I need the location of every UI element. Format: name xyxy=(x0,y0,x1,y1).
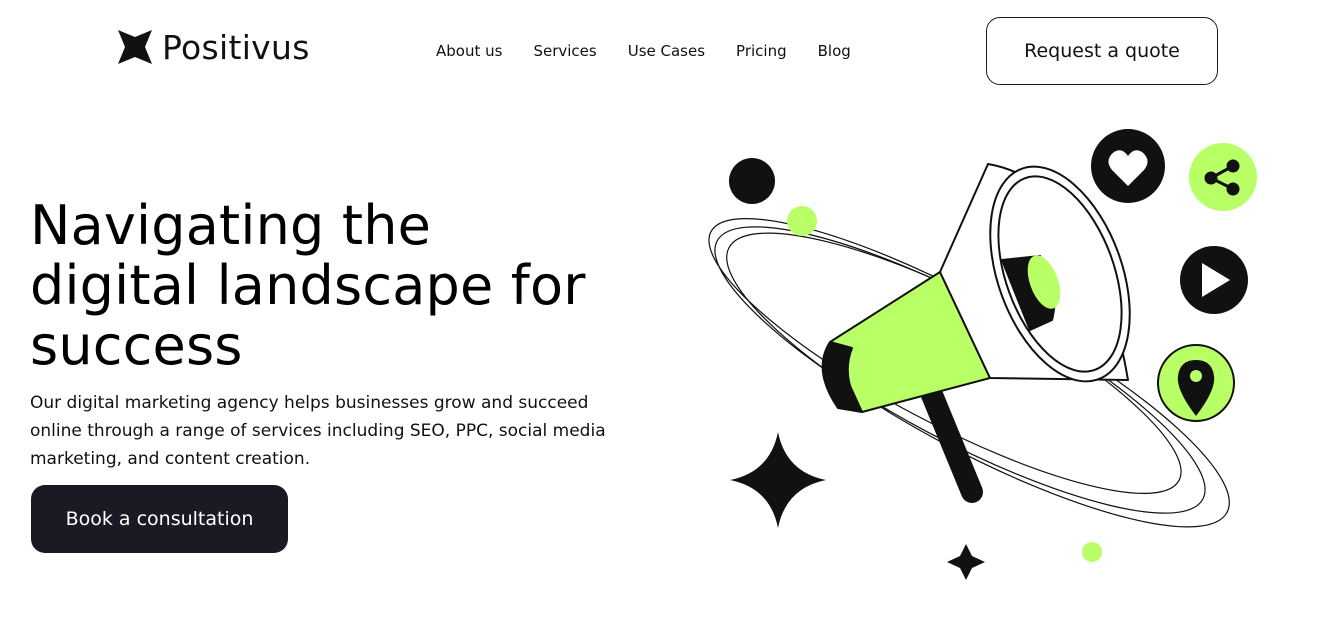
megaphone-icon xyxy=(821,163,1131,503)
green-dot-bottom xyxy=(1082,542,1102,562)
small-star-icon xyxy=(947,544,985,580)
black-dot xyxy=(729,158,775,204)
share-icon xyxy=(1189,143,1257,211)
book-consultation-button[interactable]: Book a consultation xyxy=(31,485,288,553)
logo-text: Positivus xyxy=(162,27,310,67)
nav-item-about-us[interactable]: About us xyxy=(436,42,502,60)
location-pin-icon xyxy=(1157,344,1235,422)
green-dot-small xyxy=(787,206,817,236)
nav-item-blog[interactable]: Blog xyxy=(818,42,851,60)
hero-illustration xyxy=(708,129,1257,580)
star-sparkle-icon xyxy=(730,432,826,528)
nav-item-pricing[interactable]: Pricing xyxy=(736,42,787,60)
heart-icon xyxy=(1091,129,1165,203)
logo[interactable]: Positivus xyxy=(118,30,310,64)
logo-star-icon xyxy=(118,30,152,64)
nav-item-services[interactable]: Services xyxy=(533,42,596,60)
main-nav: About us Services Use Cases Pricing Blog xyxy=(436,42,851,60)
landing-page: Positivus About us Services Use Cases Pr… xyxy=(0,0,1340,630)
request-quote-button[interactable]: Request a quote xyxy=(986,17,1218,85)
hero-title: Navigating the digital landscape for suc… xyxy=(30,194,586,377)
hero-description: Our digital marketing agency helps busin… xyxy=(30,393,606,469)
nav-item-use-cases[interactable]: Use Cases xyxy=(628,42,705,60)
play-icon xyxy=(1180,246,1248,314)
